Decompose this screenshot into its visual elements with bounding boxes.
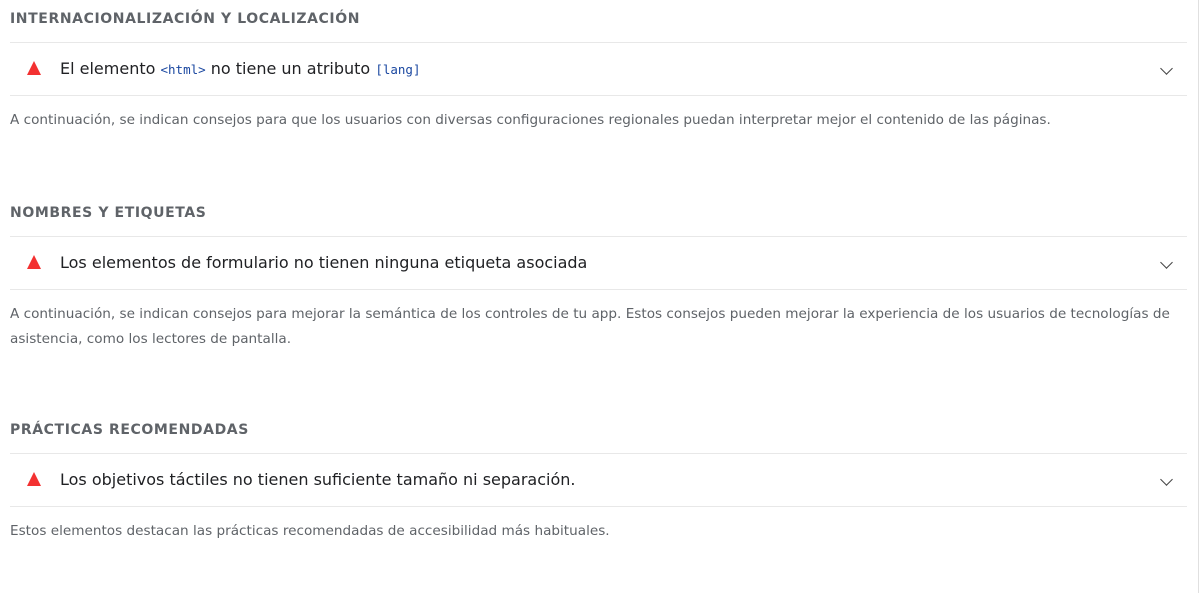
- chevron-down-icon[interactable]: [1160, 473, 1173, 486]
- audit-title-text: no tiene un atributo: [205, 59, 376, 78]
- group-title: NOMBRES Y ETIQUETAS: [10, 205, 207, 221]
- code-lang: [lang]: [375, 62, 421, 77]
- group-best-practices: PRÁCTICAS RECOMENDADAS Los objetivos tác…: [10, 422, 1187, 544]
- audit-html-lang[interactable]: El elemento <html> no tiene un atributo …: [10, 42, 1187, 96]
- scroll-edge-divider: [1198, 0, 1199, 593]
- audit-title-text: El elemento: [60, 59, 161, 78]
- group-title: INTERNACIONALIZACIÓN Y LOCALIZACIÓN: [10, 11, 361, 27]
- audit-form-labels[interactable]: Los elementos de formulario no tienen ni…: [10, 236, 1187, 290]
- group-names-labels: NOMBRES Y ETIQUETAS Los elementos de for…: [10, 205, 1187, 352]
- group-title: PRÁCTICAS RECOMENDADAS: [10, 422, 249, 438]
- group-i18n: INTERNACIONALIZACIÓN Y LOCALIZACIÓN El e…: [10, 11, 1187, 133]
- fail-triangle-icon: [27, 61, 41, 75]
- code-html: <html>: [160, 62, 206, 77]
- fail-triangle-icon: [27, 255, 41, 269]
- group-description: Estos elementos destacan las prácticas r…: [10, 523, 610, 539]
- fail-triangle-icon: [27, 472, 41, 486]
- audit-title: Los objetivos táctiles no tienen suficie…: [60, 470, 576, 489]
- group-description: A continuación, se indican consejos para…: [10, 306, 1170, 347]
- group-description: A continuación, se indican consejos para…: [10, 112, 1051, 128]
- audit-tap-targets[interactable]: Los objetivos táctiles no tienen suficie…: [10, 453, 1187, 507]
- chevron-down-icon[interactable]: [1160, 256, 1173, 269]
- chevron-down-icon[interactable]: [1160, 62, 1173, 75]
- audit-report-page: INTERNACIONALIZACIÓN Y LOCALIZACIÓN El e…: [0, 0, 1200, 593]
- audit-title: El elemento <html> no tiene un atributo …: [60, 43, 420, 95]
- audit-title: Los elementos de formulario no tienen ni…: [60, 253, 588, 272]
